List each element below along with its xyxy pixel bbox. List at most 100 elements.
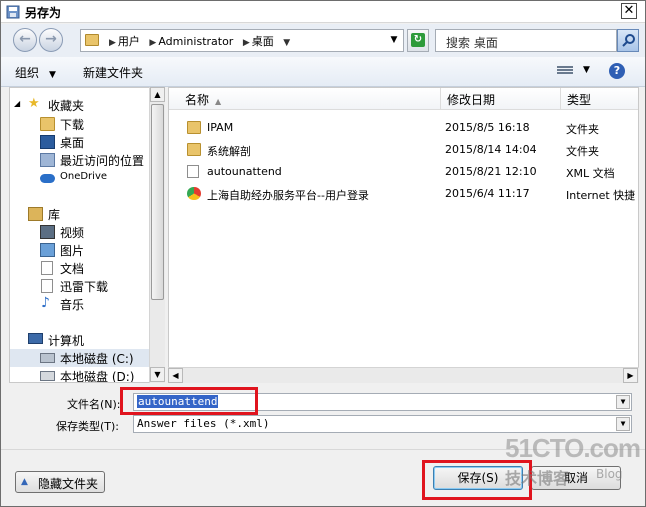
breadcrumb-users[interactable]: 用户 [118,35,140,48]
star-icon: ★ [28,96,40,111]
nav-label: 视频 [60,226,85,240]
nav-libraries[interactable]: 库 [10,205,150,223]
file-list[interactable]: 名称 ▲ 修改日期 类型 IPAM 2015/8/5 16:18 文件夹 系统解剖… [168,87,639,383]
nav-documents[interactable]: 文档 [10,259,150,277]
help-button[interactable]: ? [609,63,625,79]
nav-downloads[interactable]: 下载 [10,115,150,133]
file-name: 上海自助经办服务平台--用户登录 [207,189,369,202]
nav-drive-c[interactable]: 本地磁盘 (C:) [10,349,150,367]
search-placeholder: 搜索 桌面 [446,36,498,50]
column-header-type[interactable]: 类型 [561,88,638,110]
scroll-down-icon[interactable]: ▼ [150,367,165,382]
hide-folders-button[interactable]: ▲ 隐藏文件夹 [15,471,105,493]
library-icon [28,207,43,221]
file-type: 文件夹 [566,145,599,158]
filetype-label: 保存类型(T): [56,420,120,433]
save-button[interactable]: 保存(S) [433,466,523,490]
hide-folders-label: 隐藏文件夹 [38,477,99,491]
new-folder-button[interactable]: 新建文件夹 [83,64,143,81]
folder-icon [187,121,201,134]
nav-desktop[interactable]: 桌面 [10,133,150,151]
save-as-dialog: 另存为 ✕ ← → ▶ 用户 ▶ Administrator ▶ 桌面 ▼ ▼ ↻ 搜… [0,0,646,507]
refresh-icon: ↻ [411,33,425,47]
file-date: 2015/6/4 11:17 [445,187,530,200]
drive-icon [40,353,55,363]
file-date: 2015/8/21 12:10 [445,165,537,178]
thunder-downloads-icon [41,279,53,293]
address-bar[interactable]: ▶ 用户 ▶ Administrator ▶ 桌面 ▼ ▼ [80,29,404,52]
nav-label: 本地磁盘 (D:) [60,370,135,383]
file-type: 文件夹 [566,123,599,136]
breadcrumb-separator-icon: ▶ [149,38,157,48]
nav-label: 收藏夹 [48,99,85,113]
file-row[interactable]: IPAM 2015/8/5 16:18 文件夹 [169,117,638,139]
search-input[interactable]: 搜索 桌面 [435,29,617,52]
organize-button[interactable]: 组织 ▼ [15,64,56,81]
breadcrumb-dropdown-icon[interactable]: ▼ [283,38,290,48]
column-label: 名称 [185,93,210,107]
downloads-icon [40,117,55,131]
nav-computer[interactable]: 计算机 [10,331,150,349]
recent-places-icon [40,153,55,167]
back-button[interactable]: ← [13,28,37,52]
nav-videos[interactable]: 视频 [10,223,150,241]
title-bar[interactable]: 另存为 ✕ [1,1,645,23]
nav-music[interactable]: ♪ 音乐 [10,295,150,313]
file-row[interactable]: 系统解剖 2015/8/14 14:04 文件夹 [169,139,638,161]
address-history-dropdown[interactable]: ▼ [387,33,401,48]
file-date: 2015/8/14 14:04 [445,143,537,156]
nav-pictures[interactable]: 图片 [10,241,150,259]
chevron-up-icon: ▲ [21,477,28,487]
file-type: XML 文档 [566,167,615,180]
nav-favorites[interactable]: ◢ ★ 收藏夹 [10,96,150,114]
scroll-left-icon[interactable]: ◀ [168,368,183,383]
view-list-icon[interactable] [557,65,573,78]
nav-drive-d[interactable]: 本地磁盘 (D:) [10,367,150,383]
nav-onedrive[interactable]: OneDrive [10,169,150,187]
file-list-hscrollbar[interactable]: ◀ ▶ [168,367,639,383]
xml-file-icon [187,165,199,178]
scroll-up-icon[interactable]: ▲ [150,87,165,102]
collapse-icon: ◢ [14,99,21,108]
file-name: autounattend [207,165,282,178]
video-icon [40,225,55,239]
filename-value: autounattend [137,395,219,408]
music-icon: ♪ [41,295,50,311]
column-header-name[interactable]: 名称 ▲ [169,88,441,110]
nav-scrollbar[interactable]: ▲ ▼ [149,87,165,383]
filetype-select[interactable]: Answer files (*.xml) ▼ [133,415,632,433]
close-button[interactable]: ✕ [621,3,637,19]
breadcrumb-desktop[interactable]: 桌面 [252,35,274,48]
divider [1,449,645,450]
nav-label: 下载 [60,118,85,132]
refresh-button[interactable]: ↻ [407,29,429,52]
scroll-thumb[interactable] [151,104,164,300]
nav-label: 文档 [60,262,85,276]
desktop-icon [40,135,55,149]
column-header-date[interactable]: 修改日期 [441,88,561,110]
chevron-down-icon[interactable]: ▼ [616,395,630,409]
chevron-down-icon[interactable]: ▼ [616,417,630,431]
cancel-button[interactable]: 取消 [531,466,621,490]
cloud-icon [40,174,55,183]
navigation-pane[interactable]: ◢ ★ 收藏夹 下载 桌面 最近访问的位置 OneDrive 库 视频 图片 文… [9,87,165,383]
navigation-bar: ← → ▶ 用户 ▶ Administrator ▶ 桌面 ▼ ▼ ↻ 搜索 桌面 [1,24,645,57]
folder-icon [85,34,99,46]
sort-ascending-icon: ▲ [215,97,222,106]
scroll-right-icon[interactable]: ▶ [623,368,638,383]
file-row[interactable]: autounattend 2015/8/21 12:10 XML 文档 [169,161,638,183]
nav-label: 库 [48,208,61,222]
save-dialog-icon [6,5,20,19]
breadcrumb-separator-icon: ▶ [109,38,116,48]
nav-label: 本地磁盘 (C:) [60,352,134,366]
view-options-dropdown[interactable]: ▼ [583,65,590,75]
search-button[interactable] [617,29,639,52]
nav-label: 计算机 [48,334,85,348]
breadcrumb-administrator[interactable]: Administrator [158,35,233,48]
file-row[interactable]: 上海自助经办服务平台--用户登录 2015/6/4 11:17 Internet… [169,183,638,205]
documents-icon [41,261,53,275]
nav-recent-places[interactable]: 最近访问的位置 [10,151,150,169]
nav-thunder-downloads[interactable]: 迅雷下载 [10,277,150,295]
filename-input[interactable]: autounattend ▼ [133,393,632,411]
forward-button[interactable]: → [39,28,63,52]
